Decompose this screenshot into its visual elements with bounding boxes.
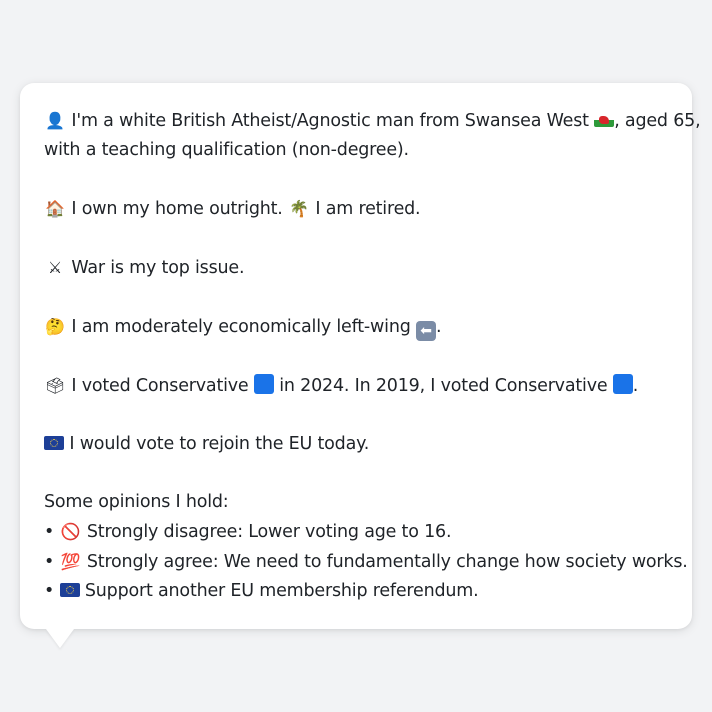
identity-age: , aged 65, [614, 111, 701, 131]
vote-2019-text: in 2024. In 2019, I voted Conservative [279, 376, 608, 396]
vote-tail: . [632, 376, 639, 396]
opinion-item: • Support another EU membership referend… [44, 577, 668, 606]
eu-line: I would vote to rejoin the EU today. [44, 430, 668, 459]
bullet: • [44, 522, 55, 542]
economic-tail: . [436, 317, 442, 337]
vote-2024-text: I voted Conservative [71, 376, 249, 396]
no-entry-icon: 🚫 [60, 522, 81, 541]
economic-line: 🤔 I am moderately economically left-wing… [44, 312, 668, 342]
eu-text: I would vote to rejoin the EU today. [69, 434, 370, 454]
wales-flag-icon [594, 113, 615, 127]
identity-text: I'm a white British Atheist/Agnostic man… [71, 111, 589, 131]
thinking-face-icon: 🤔 [45, 317, 65, 336]
conservative-blue-square-icon [612, 374, 633, 394]
hundred-points-icon: 💯 [60, 552, 81, 571]
identity-line-2: with a teaching qualification (non-degre… [44, 140, 409, 160]
retired-text: I am retired. [315, 199, 421, 219]
ballot-box-icon: 🗳 [44, 376, 66, 395]
opinion-item: • 💯 Strongly agree: We need to fundament… [44, 547, 688, 577]
issue-line: ⚔ War is my top issue. [44, 253, 668, 283]
palm-tree-icon: 🌴 [289, 199, 309, 218]
eu-flag-icon [44, 436, 64, 450]
housing-text: I own my home outright. [71, 199, 283, 219]
issue-text: War is my top issue. [71, 258, 245, 278]
opinions-heading: Some opinions I hold: [44, 492, 229, 512]
conservative-blue-square-icon [253, 374, 274, 394]
persona-card: 👤 I'm a white British Atheist/Agnostic m… [20, 83, 701, 629]
economic-text: I am moderately economically left-wing [71, 317, 411, 337]
opinion-text: Support another EU membership referendum… [84, 581, 479, 601]
left-arrow-icon: ⬅ [416, 321, 436, 341]
housing-line: 🏠 I own my home outright. 🌴 I am retired… [44, 194, 668, 224]
opinion-text: Strongly disagree: Lower voting age to 1… [86, 522, 452, 542]
bullet: • [44, 581, 55, 601]
voting-line: 🗳 I voted Conservative in 2024. In 2019,… [44, 371, 668, 401]
crossed-swords-icon: ⚔ [47, 258, 63, 277]
identity-line-1: 👤 I'm a white British Atheist/Agnostic m… [44, 106, 701, 136]
eu-flag-icon [59, 583, 80, 597]
bullet: • [44, 552, 55, 572]
opinion-item: • 🚫 Strongly disagree: Lower voting age … [44, 517, 668, 547]
speech-bubble-tail [46, 629, 74, 648]
house-icon: 🏠 [45, 199, 65, 218]
opinion-text: Strongly agree: We need to fundamentally… [86, 552, 688, 572]
person-icon: 👤 [45, 111, 65, 130]
